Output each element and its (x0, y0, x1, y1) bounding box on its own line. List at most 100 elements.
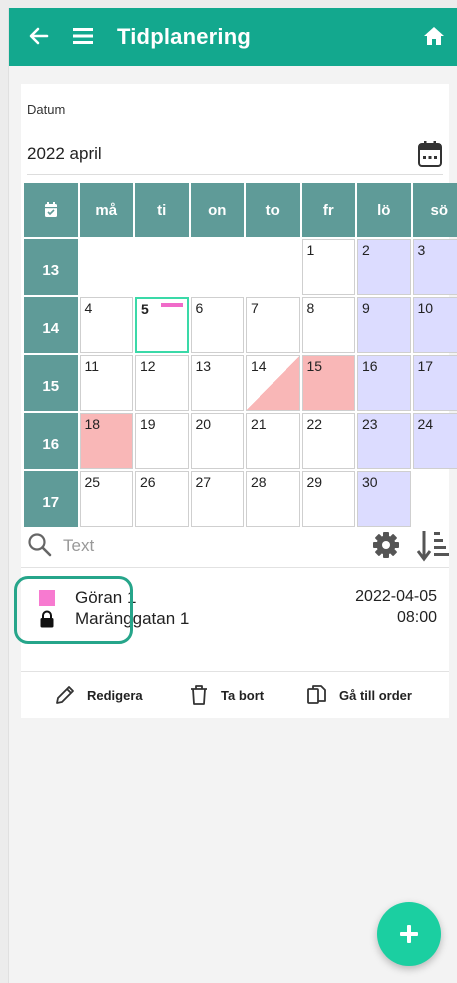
calendar-day[interactable]: 18 (79, 413, 133, 469)
week-number[interactable]: 14 (24, 297, 78, 353)
calendar-day[interactable]: 1 (301, 239, 355, 295)
calendar-day[interactable]: 10 (412, 297, 457, 353)
calendar-day-number: 8 (306, 300, 315, 316)
calendar-day-number: 9 (362, 300, 370, 316)
week-number[interactable]: 15 (24, 355, 78, 411)
back-arrow-icon[interactable] (27, 22, 51, 50)
search-input[interactable] (63, 534, 323, 558)
week-number[interactable]: 13 (24, 239, 78, 295)
calendar-day-number: 13 (195, 358, 212, 374)
weekday-header: ti (135, 183, 189, 237)
weekday-header: on (190, 183, 244, 237)
calendar-day-number: 11 (84, 358, 100, 374)
calendar-day-number: 22 (306, 416, 323, 432)
calendar-day[interactable]: 29 (301, 471, 355, 527)
month-calendar: må ti on to fr lö sö 13 1 2 3 14 4 5 6 7 8 9 10 15 11 12 13 14 1… (24, 183, 457, 527)
calendar-day[interactable]: 5 (135, 297, 189, 353)
calendar-empty-cell (80, 239, 134, 295)
order-date: 2022-04-05 (355, 588, 437, 605)
calendar-day-number: 17 (417, 358, 434, 374)
scheduling-panel: Datum 2022 april må ti on to fr lö sö 13 1 2 (14, 84, 457, 718)
calendar-day[interactable]: 24 (412, 413, 457, 469)
calendar-day[interactable]: 2 (357, 239, 411, 295)
calendar-day[interactable]: 4 (79, 297, 133, 353)
calendar-day[interactable]: 3 (412, 239, 457, 295)
calendar-icon[interactable] (417, 140, 443, 168)
date-field-value[interactable]: 2022 april (27, 144, 102, 164)
calendar-day-number: 19 (140, 416, 156, 432)
order-address: Maränggatan 1 (75, 609, 190, 628)
calendar-today-button[interactable] (24, 183, 78, 237)
calendar-day[interactable]: 30 (357, 471, 411, 527)
calendar-day-number: 27 (195, 474, 212, 490)
calendar-day[interactable]: 19 (135, 413, 189, 469)
pencil-icon (56, 686, 74, 704)
calendar-day-number: 3 (417, 242, 426, 258)
calendar-day-number: 30 (362, 474, 378, 490)
page-title: Tidplanering (117, 24, 252, 49)
calendar-empty-cell (413, 471, 457, 527)
calendar-check-icon (44, 202, 57, 217)
calendar-day-number: 4 (84, 300, 93, 316)
calendar-day-number: 16 (362, 358, 378, 374)
calendar-day-number: 1 (306, 242, 315, 258)
calendar-day[interactable]: 13 (190, 355, 244, 411)
date-field-underline (27, 174, 443, 175)
calendar-empty-cell (135, 239, 189, 295)
order-time: 08:00 (396, 609, 437, 626)
plus-icon (400, 925, 418, 943)
home-icon[interactable] (422, 24, 446, 48)
lock-icon (40, 610, 54, 628)
calendar-day-number: 24 (417, 416, 434, 432)
calendar-day-number: 23 (362, 416, 378, 432)
add-button[interactable] (377, 902, 441, 966)
calendar-day[interactable]: 12 (135, 355, 189, 411)
go-to-order-button[interactable]: Gå till order (305, 682, 412, 708)
week-number[interactable]: 17 (24, 471, 78, 527)
calendar-day[interactable]: 9 (357, 297, 411, 353)
calendar-day[interactable]: 22 (301, 413, 355, 469)
order-list-item[interactable]: Göran 1 Maränggatan 1 2022-04-05 08:00 (14, 576, 449, 670)
calendar-day-number: 2 (362, 242, 370, 258)
app-screen: Tidplanering Datum 2022 april må ti on t… (8, 8, 457, 983)
order-color-swatch (39, 590, 55, 606)
calendar-day[interactable]: 15 (301, 355, 355, 411)
weekday-header: to (246, 183, 300, 237)
calendar-day[interactable]: 28 (246, 471, 300, 527)
calendar-day-number: 15 (306, 358, 323, 374)
calendar-day-number: 5 (141, 301, 149, 317)
calendar-day-number: 10 (417, 300, 434, 316)
gear-icon[interactable] (371, 530, 401, 560)
calendar-day[interactable]: 27 (190, 471, 244, 527)
trash-icon (191, 685, 207, 705)
calendar-day[interactable]: 16 (357, 355, 411, 411)
calendar-day-number: 14 (251, 358, 267, 374)
calendar-day[interactable]: 14 (246, 355, 300, 411)
delete-button-label: Ta bort (221, 687, 265, 703)
calendar-day[interactable]: 11 (79, 355, 133, 411)
calendar-day[interactable]: 21 (246, 413, 300, 469)
menu-icon[interactable] (71, 22, 95, 50)
calendar-day-number: 26 (140, 474, 156, 490)
edit-button[interactable]: Redigera (53, 682, 143, 708)
calendar-day[interactable]: 8 (301, 297, 355, 353)
delete-button[interactable]: Ta bort (187, 682, 264, 708)
calendar-day-number: 7 (251, 300, 259, 316)
calendar-day[interactable]: 25 (79, 471, 133, 527)
week-number[interactable]: 16 (24, 413, 78, 469)
calendar-day[interactable]: 26 (135, 471, 189, 527)
calendar-day[interactable]: 7 (246, 297, 300, 353)
calendar-day-number: 25 (84, 474, 101, 490)
calendar-day[interactable]: 23 (357, 413, 411, 469)
edit-button-label: Redigera (87, 687, 143, 703)
weekday-header: fr (301, 183, 355, 237)
calendar-day[interactable]: 6 (190, 297, 244, 353)
booking-marker (160, 303, 183, 307)
calendar-day[interactable]: 20 (190, 413, 244, 469)
calendar-day-number: 18 (84, 416, 101, 432)
sort-icon[interactable] (417, 528, 449, 562)
calendar-day[interactable]: 17 (412, 355, 457, 411)
date-field-label: Datum (27, 102, 66, 117)
calendar-day-number: 20 (195, 416, 212, 432)
calendar-day-number: 21 (251, 416, 267, 432)
